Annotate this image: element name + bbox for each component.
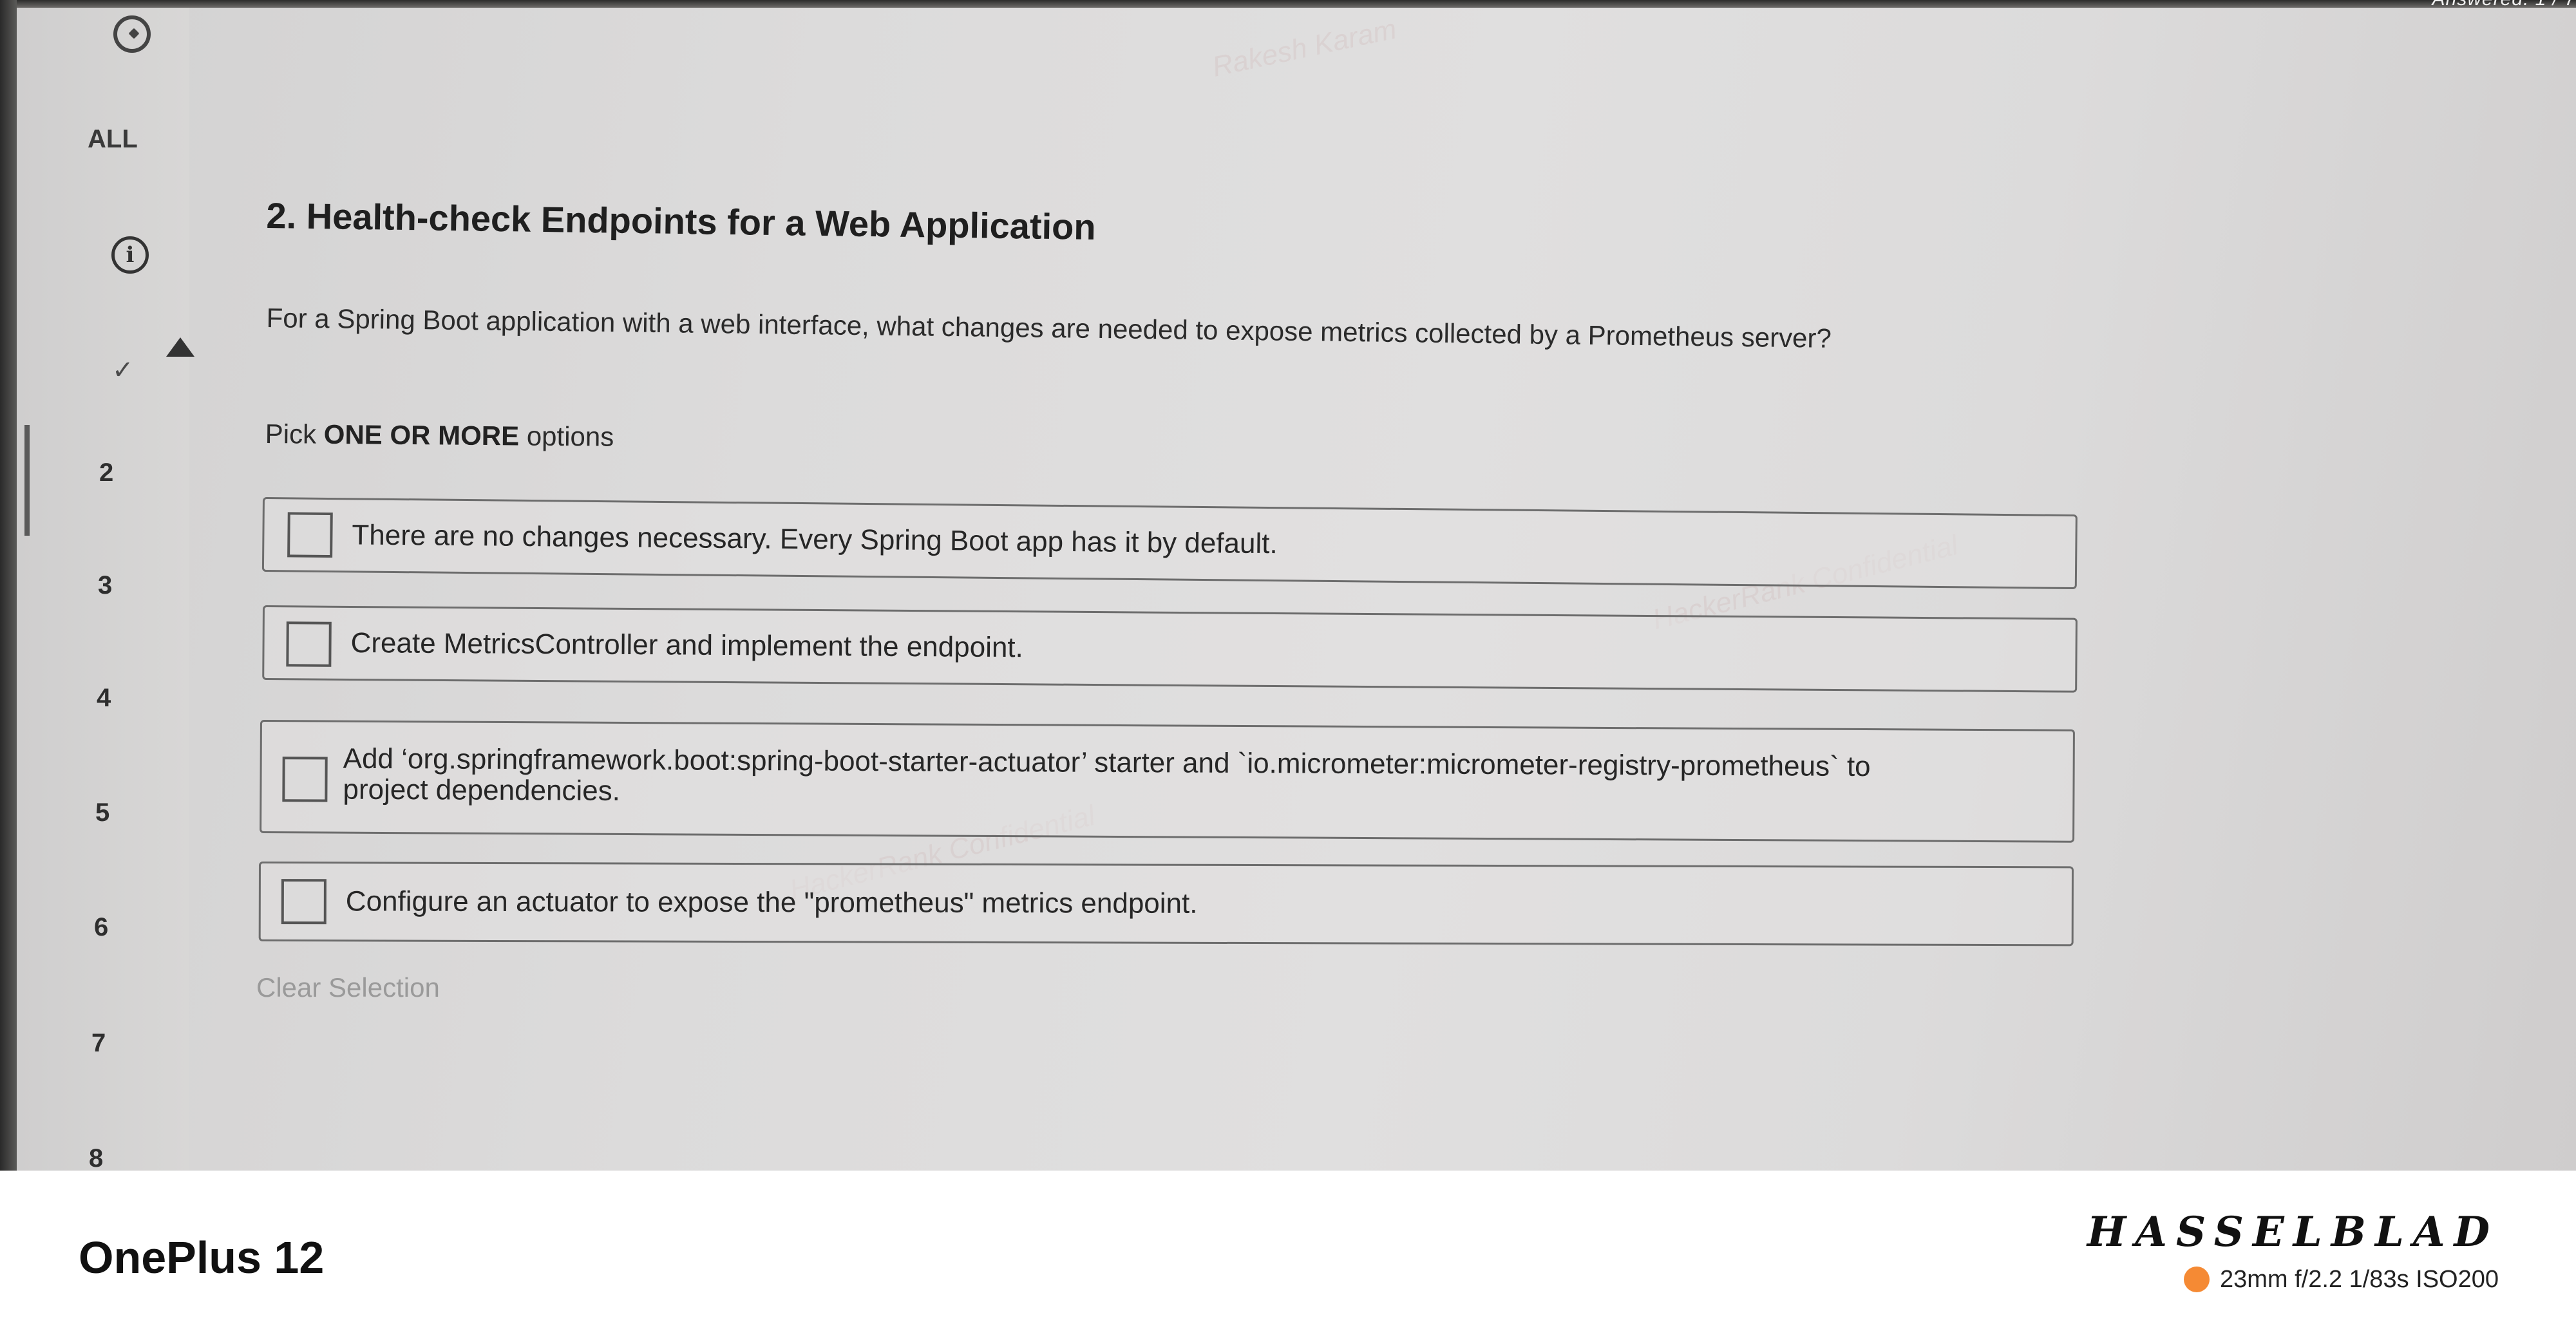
screen-photo: Answered: 1 / 7 ALL i ✓ 2 3 4 5 6 7 8 Ra… [0,0,2576,1171]
clear-selection-link[interactable]: Clear Selection [256,972,440,1003]
nav-question-5[interactable]: 5 [95,798,109,827]
option-2[interactable]: Create MetricsController and implement t… [262,605,2078,693]
collapse-up-icon[interactable] [166,337,194,357]
pick-prefix: Pick [265,419,325,449]
option-checkbox[interactable] [282,757,328,802]
screen-bezel-left [0,0,17,1171]
question-navigator: ALL i ✓ 2 3 4 5 6 7 8 [17,8,194,1171]
option-label-line2: project dependencies. [343,773,621,807]
camera-watermark-footer: OnePlus 12 HASSELBLAD 23mm f/2.2 1/83s I… [0,1171,2576,1338]
timer-icon[interactable] [113,15,151,53]
nav-question-2[interactable]: 2 [99,458,113,487]
nav-question-7[interactable]: 7 [91,1029,106,1058]
camera-settings: 23mm f/2.2 1/83s ISO200 [2183,1266,2499,1294]
option-checkbox[interactable] [286,621,332,667]
option-checkbox[interactable] [287,512,333,558]
screen-bezel-top [0,0,2576,8]
nav-all-button[interactable]: ALL [88,125,138,154]
option-label: Configure an actuator to expose the "pro… [345,885,1198,919]
active-question-indicator [24,425,30,536]
option-checkbox[interactable] [281,879,327,925]
orange-dot-icon [2183,1267,2210,1292]
camera-brand: HASSELBLAD [2087,1208,2499,1256]
answered-check-icon[interactable]: ✓ [112,355,134,385]
pick-quantity: ONE OR MORE [323,419,520,451]
question-title: 2. Health-check Endpoints for a Web Appl… [266,194,1097,247]
pick-suffix: options [518,420,614,452]
nav-question-6[interactable]: 6 [94,913,108,942]
nav-question-3[interactable]: 3 [98,571,112,600]
option-label: Create MetricsController and implement t… [350,627,1024,664]
camera-settings-text: 23mm f/2.2 1/83s ISO200 [2219,1266,2499,1293]
answered-counter: Answered: 1 / 7 [2432,0,2576,10]
nav-question-4[interactable]: 4 [97,684,111,713]
watermark-name: Rakesh Karam [1209,13,1399,83]
device-name: OnePlus 12 [79,1232,325,1283]
pick-instruction: Pick ONE OR MORE options [265,419,614,453]
question-prompt: For a Spring Boot application with a web… [266,303,1832,353]
option-1[interactable]: There are no changes necessary. Every Sp… [261,497,2078,590]
nav-question-8[interactable]: 8 [89,1144,103,1171]
option-3[interactable]: Add ‘org.springframework.boot:spring-boo… [260,720,2075,843]
option-label: There are no changes necessary. Every Sp… [352,519,1278,560]
info-icon[interactable]: i [111,236,149,274]
option-4[interactable]: Configure an actuator to expose the "pro… [258,862,2074,947]
